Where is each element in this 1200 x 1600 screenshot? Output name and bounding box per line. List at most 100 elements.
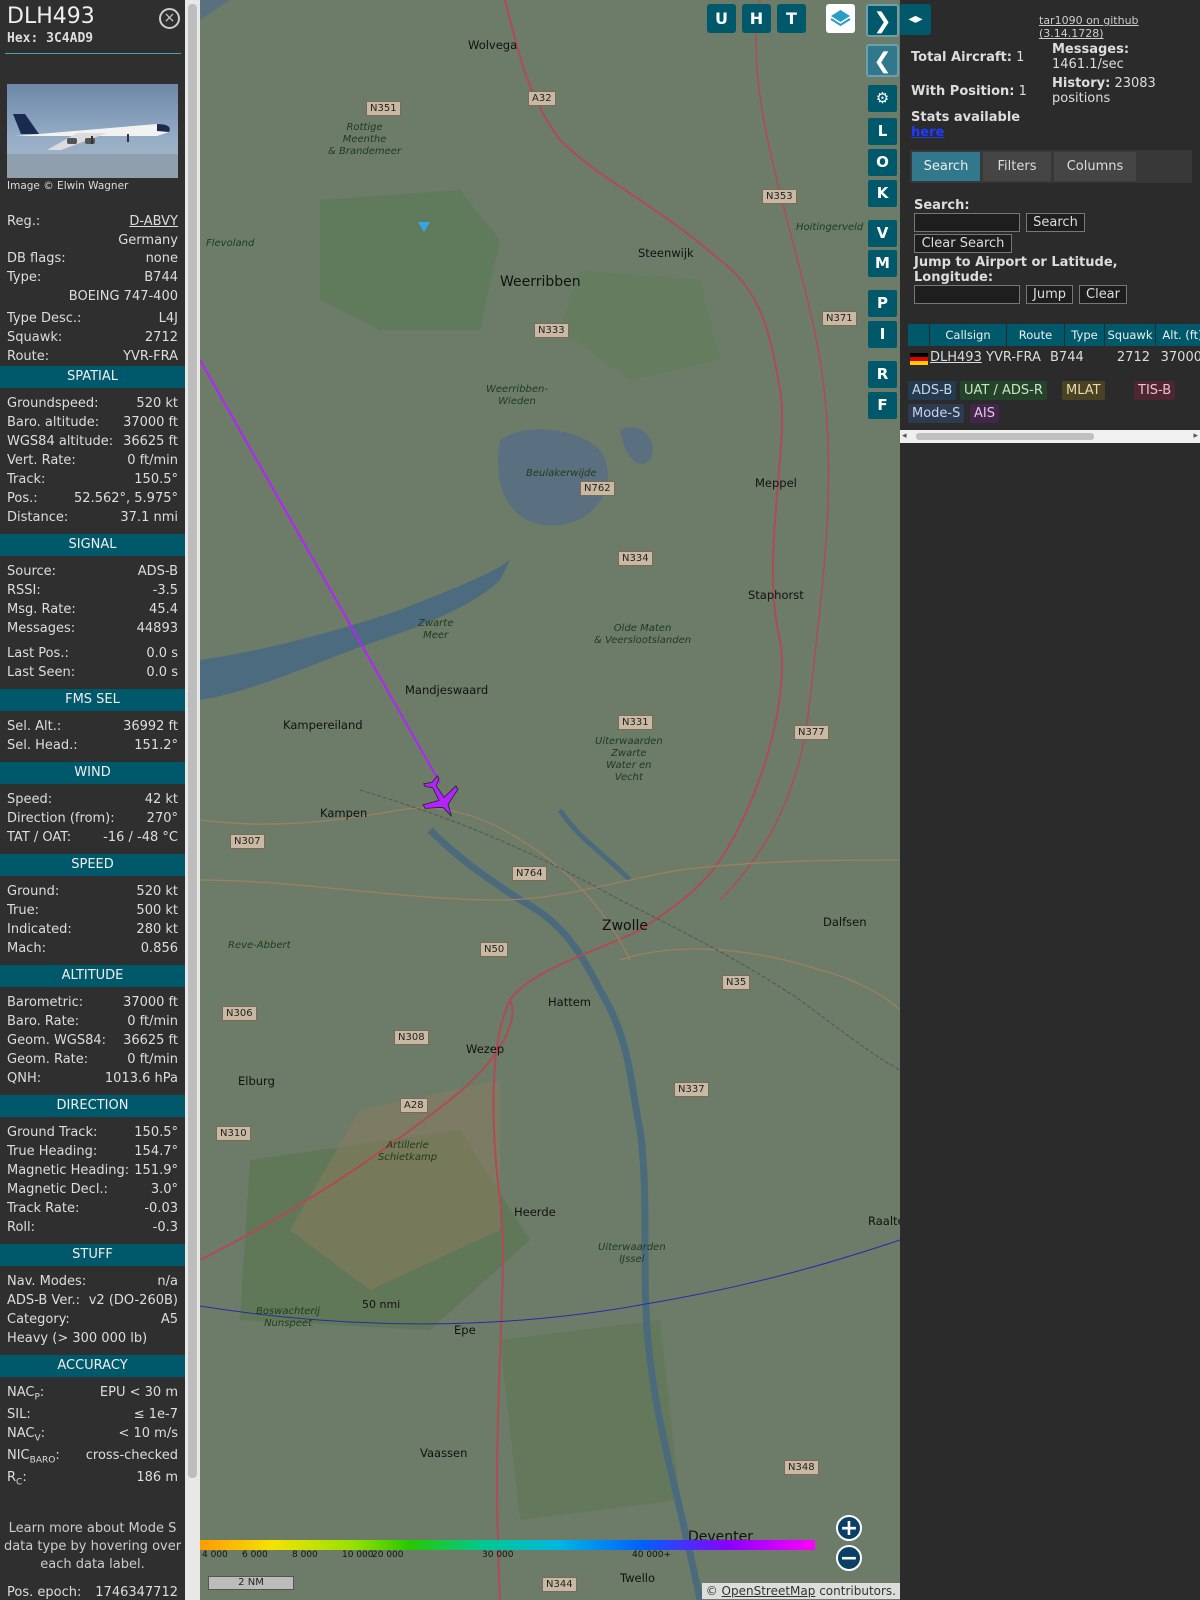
toggle-sidebar-button[interactable]: ◂▸	[900, 4, 931, 35]
info-row: TAT / OAT: -16 / -48 °C	[7, 830, 178, 848]
row-label: NACV:	[7, 1426, 45, 1444]
toggle-o-button[interactable]: O	[868, 149, 897, 176]
table-horizontal-scrollbar[interactable]: ◂ ▸	[900, 430, 1200, 443]
toggle-m-button[interactable]: M	[868, 250, 897, 277]
column-header-squawk[interactable]: Squawk	[1105, 324, 1156, 346]
row-value: -0.03	[144, 1201, 178, 1216]
toggle-t-button[interactable]: T	[777, 4, 806, 33]
row-label: RC:	[7, 1470, 27, 1488]
row-label: Geom. WGS84:	[7, 1033, 107, 1048]
settings-button[interactable]: ⚙	[868, 85, 897, 112]
info-row: NICBARO: cross-checked	[7, 1448, 178, 1466]
info-row: Baro. altitude: 37000 ft	[7, 415, 178, 433]
place-label: Raalte	[868, 1214, 900, 1228]
info-row: Mach: 0.856	[7, 941, 178, 959]
close-icon[interactable]: ×	[159, 8, 180, 29]
toggle-k-button[interactable]: K	[868, 180, 897, 207]
info-row: Distance: 37.1 nmi	[7, 510, 178, 528]
section-header-wind: WIND	[0, 762, 185, 784]
aircraft-callsign: DLH493	[7, 4, 95, 29]
road-shield: N333	[534, 323, 569, 338]
row-label: Mach:	[7, 941, 46, 956]
toggle-v-button[interactable]: V	[868, 220, 897, 247]
clear-button[interactable]: Clear	[1079, 285, 1127, 304]
info-row: Baro. Rate: 0 ft/min	[7, 1014, 178, 1032]
row-value: 0.856	[140, 941, 178, 956]
info-row: QNH: 1013.6 hPa	[7, 1071, 178, 1089]
row-value: 151.2°	[134, 738, 178, 753]
place-label: Zwarte Meer	[418, 618, 454, 641]
aircraft-hex: Hex: 3C4AD9	[7, 31, 93, 46]
jump-button[interactable]: Jump	[1026, 285, 1073, 304]
info-row: SIL: ≤ 1e-7	[7, 1407, 178, 1425]
column-header-flag[interactable]	[908, 324, 930, 346]
tab-columns[interactable]: Columns	[1054, 152, 1136, 181]
zoom-in-button[interactable]: +	[836, 1515, 862, 1541]
clear-search-button[interactable]: Clear Search	[914, 234, 1012, 253]
row-label: Geom. Rate:	[7, 1052, 89, 1067]
row-label: True:	[7, 903, 39, 918]
row-label: TAT / OAT:	[7, 830, 72, 845]
row-value: 36625 ft	[123, 434, 178, 449]
search-button[interactable]: Search	[1026, 213, 1085, 232]
map-view[interactable]: Wolvega Steenwijk Weerribben Weerribben- Wi…	[200, 0, 900, 1600]
info-row: Type: B744	[7, 270, 178, 288]
place-label: Olde Maten & Veerslootslanden	[594, 623, 692, 646]
aircraft-photo[interactable]	[7, 84, 178, 178]
aircraft-marker-icon[interactable]	[420, 775, 462, 821]
toggle-l-button[interactable]: L	[868, 118, 897, 145]
tab-filters[interactable]: Filters	[983, 152, 1051, 181]
toggle-f-button[interactable]: F	[868, 392, 897, 419]
row-label: Speed:	[7, 792, 53, 807]
row-value: L4J	[158, 311, 178, 326]
toggle-i-button[interactable]: I	[868, 321, 897, 348]
layers-button[interactable]	[826, 4, 855, 33]
scrollbar-thumb[interactable]	[916, 433, 1094, 440]
range-ring-label: 50 nmi	[362, 1298, 401, 1311]
column-header-route[interactable]: Route	[1007, 324, 1065, 346]
road-shield: N344	[542, 1577, 577, 1592]
row-value: 1746347712	[95, 1585, 178, 1600]
registration-link[interactable]: D-ABVY	[129, 214, 178, 229]
info-row: Pos.: 52.562°, 5.975°	[7, 491, 178, 509]
toggle-r-button[interactable]: R	[868, 361, 897, 388]
github-link[interactable]: tar1090 on github (3.14.1728)	[1039, 14, 1200, 40]
place-label: Kampereiland	[283, 718, 363, 732]
altitude-tick-label: 8 000	[292, 1550, 318, 1560]
stats-link[interactable]: here	[911, 125, 944, 140]
osm-link[interactable]: OpenStreetMap	[722, 1584, 816, 1598]
jump-label: Jump to Airport or Latitude, Longitude:	[914, 255, 1118, 285]
search-input[interactable]	[914, 213, 1020, 232]
road-shield: N308	[394, 1030, 429, 1045]
row-value: 0 ft/min	[127, 1014, 178, 1029]
row-value: 520 kt	[136, 884, 178, 899]
zoom-out-button[interactable]: −	[836, 1545, 862, 1571]
tab-search[interactable]: Search	[912, 152, 980, 181]
collapse-panel-button[interactable]: ❮	[866, 44, 899, 77]
chevron-left-icon: ❮	[873, 49, 892, 74]
info-row: Category: A5	[7, 1312, 178, 1330]
place-label: Beulakerwijde	[526, 468, 597, 479]
row-altitude: 37000	[1160, 350, 1200, 365]
scrollbar-thumb[interactable]	[188, 4, 197, 1478]
history-stat: History: 23083 positions	[1052, 76, 1192, 106]
row-label: Category:	[7, 1312, 70, 1327]
row-value: v2 (DO-260B)	[88, 1293, 178, 1308]
toggle-h-button[interactable]: H	[742, 4, 771, 33]
scroll-right-icon[interactable]: ▸	[1193, 430, 1198, 443]
row-value: 44893	[136, 621, 178, 636]
row-callsign[interactable]: DLH493	[930, 348, 982, 368]
column-header-altitude[interactable]: Alt. (ft)	[1156, 324, 1200, 346]
row-label: Messages:	[7, 621, 76, 636]
row-label: Heavy (> 300 000 lb)	[7, 1331, 148, 1346]
toggle-u-button[interactable]: U	[707, 4, 736, 33]
toggle-p-button[interactable]: P	[868, 290, 897, 317]
expand-panel-button[interactable]: ❯	[866, 4, 899, 37]
jump-input[interactable]	[914, 285, 1020, 304]
scroll-left-icon[interactable]: ◂	[902, 430, 907, 443]
row-label: True Heading:	[7, 1144, 98, 1159]
column-header-type[interactable]: Type	[1065, 324, 1105, 346]
info-panel-scrollbar[interactable]	[185, 0, 200, 1600]
info-row: Msg. Rate: 45.4	[7, 602, 178, 620]
column-header-callsign[interactable]: Callsign	[930, 324, 1007, 346]
